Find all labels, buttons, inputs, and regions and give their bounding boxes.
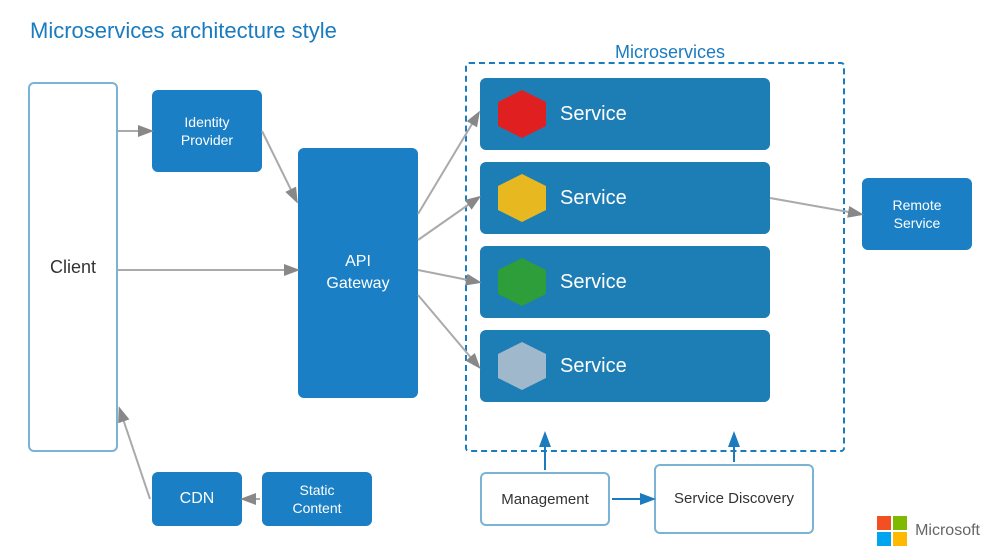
remote-service-box: RemoteService	[862, 178, 972, 250]
management-box: Management	[480, 472, 610, 526]
ms-square-yellow	[893, 532, 907, 546]
api-gateway-label: APIGateway	[326, 251, 389, 296]
microsoft-label: Microsoft	[915, 522, 980, 540]
microsoft-grid-icon	[877, 516, 907, 546]
service-box-4: Service	[480, 330, 770, 402]
microservices-section-label: Microservices	[510, 42, 830, 63]
api-gateway-box: APIGateway	[298, 148, 418, 398]
client-box: Client	[28, 82, 118, 452]
microsoft-logo: Microsoft	[877, 516, 980, 546]
diagram-title: Microservices architecture style	[30, 18, 337, 44]
service-box-3: Service	[480, 246, 770, 318]
ms-square-red	[877, 516, 891, 530]
service-label-4: Service	[560, 355, 627, 378]
hex-icon-3	[498, 258, 546, 306]
identity-provider-label: IdentityProvider	[181, 113, 233, 149]
hex-icon-1	[498, 90, 546, 138]
service-discovery-box: Service Discovery	[654, 464, 814, 534]
static-content-box: StaticContent	[262, 472, 372, 526]
service-discovery-label: Service Discovery	[674, 489, 794, 509]
hex-icon-2	[498, 174, 546, 222]
static-content-label: StaticContent	[292, 481, 341, 517]
cdn-label: CDN	[180, 490, 215, 508]
client-label: Client	[50, 257, 96, 278]
cdn-box: CDN	[152, 472, 242, 526]
remote-service-label: RemoteService	[892, 196, 941, 232]
management-label: Management	[501, 491, 589, 508]
service-label-1: Service	[560, 103, 627, 126]
service-box-1: Service	[480, 78, 770, 150]
ms-square-blue	[877, 532, 891, 546]
diagram-container: Microservices architecture style Microse…	[0, 0, 1000, 560]
identity-provider-box: IdentityProvider	[152, 90, 262, 172]
service-box-2: Service	[480, 162, 770, 234]
service-label-3: Service	[560, 271, 627, 294]
service-label-2: Service	[560, 187, 627, 210]
hex-icon-4	[498, 342, 546, 390]
ms-square-green	[893, 516, 907, 530]
